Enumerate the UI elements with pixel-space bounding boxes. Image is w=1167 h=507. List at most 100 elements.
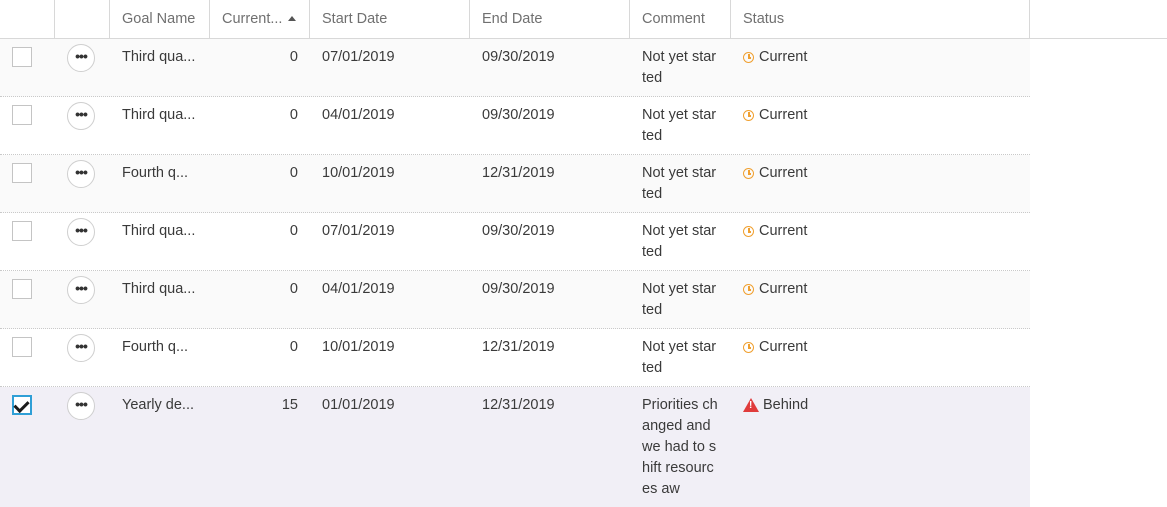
goal-name-cell: Third qua... xyxy=(122,97,195,126)
status-cell: Behind xyxy=(743,387,808,416)
comment-text: Not yet started xyxy=(642,281,717,318)
clock-icon xyxy=(743,225,754,237)
status-text: Behind xyxy=(763,397,809,413)
status-text: Current xyxy=(759,49,808,65)
table-row[interactable]: ••• Third qua... 0 04/01/2019 09/30/2019… xyxy=(0,271,1030,329)
end-date-cell: 12/31/2019 xyxy=(482,387,555,416)
goal-name-cell: Third qua... xyxy=(122,39,195,68)
goal-name-header-label: Goal Name xyxy=(122,11,196,27)
status-indicator: Behind xyxy=(743,395,808,416)
row-select-checkbox[interactable] xyxy=(12,105,32,125)
row-more-button[interactable]: ••• xyxy=(67,44,95,72)
status-text: Current xyxy=(759,165,808,181)
column-header-status[interactable]: Status xyxy=(731,0,1030,38)
row-select-checkbox[interactable] xyxy=(12,221,32,241)
goal-name-cell: Fourth q... xyxy=(122,155,188,184)
end-date-cell: 09/30/2019 xyxy=(482,39,555,68)
current-cell: 0 xyxy=(210,155,298,184)
row-more-button[interactable]: ••• xyxy=(67,334,95,362)
goal-name-cell: Third qua... xyxy=(122,271,195,300)
status-indicator: Current xyxy=(743,47,807,68)
clock-icon xyxy=(743,51,754,63)
status-cell: Current xyxy=(743,155,807,184)
sort-ascending-icon xyxy=(288,16,297,21)
row-select-checkbox[interactable] xyxy=(12,395,32,415)
current-value: 15 xyxy=(281,397,298,413)
status-indicator: Current xyxy=(743,337,807,358)
row-more-button[interactable]: ••• xyxy=(67,392,95,420)
current-value: 0 xyxy=(289,223,298,239)
status-cell: Current xyxy=(743,213,807,242)
column-header-goal-name[interactable]: Goal Name xyxy=(110,0,210,38)
table-row[interactable]: ••• Yearly de... 15 01/01/2019 12/31/201… xyxy=(0,387,1030,507)
status-text: Current xyxy=(759,223,808,239)
current-cell: 0 xyxy=(210,329,298,358)
start-date-cell: 07/01/2019 xyxy=(322,213,395,242)
status-cell: Current xyxy=(743,329,807,358)
select-column-header xyxy=(0,0,55,38)
table-row[interactable]: ••• Fourth q... 0 10/01/2019 12/31/2019 … xyxy=(0,155,1030,213)
comment-cell: Not yet started xyxy=(642,271,720,321)
comment-cell: Not yet started xyxy=(642,97,720,147)
current-cell: 0 xyxy=(210,39,298,68)
status-header-label: Status xyxy=(743,11,785,27)
column-header-end-date[interactable]: End Date xyxy=(470,0,630,38)
current-value: 0 xyxy=(289,281,298,297)
status-indicator: Current xyxy=(743,279,807,300)
current-value: 0 xyxy=(289,49,298,65)
start-date-cell: 07/01/2019 xyxy=(322,39,395,68)
table-row[interactable]: ••• Third qua... 0 04/01/2019 09/30/2019… xyxy=(0,97,1030,155)
row-more-button[interactable]: ••• xyxy=(67,276,95,304)
start-date-cell: 04/01/2019 xyxy=(322,97,395,126)
goal-name-cell: Yearly de... xyxy=(122,387,194,416)
table-row[interactable]: ••• Fourth q... 0 10/01/2019 12/31/2019 … xyxy=(0,329,1030,387)
clock-icon xyxy=(743,109,754,121)
current-cell: 0 xyxy=(210,271,298,300)
table-row[interactable]: ••• Third qua... 0 07/01/2019 09/30/2019… xyxy=(0,39,1030,97)
column-header-current[interactable]: Current... xyxy=(210,0,310,38)
start-date-text: 07/01/2019 xyxy=(322,223,395,239)
status-text: Current xyxy=(759,281,808,297)
current-cell: 15 xyxy=(210,387,298,416)
row-more-button[interactable]: ••• xyxy=(67,218,95,246)
current-value: 0 xyxy=(289,107,298,123)
checkmark-icon xyxy=(13,396,30,414)
row-select-checkbox[interactable] xyxy=(12,163,32,183)
column-header-comment[interactable]: Comment xyxy=(630,0,731,38)
end-date-text: 12/31/2019 xyxy=(482,397,555,413)
comment-text: Priorities changed and we had to shift r… xyxy=(642,397,718,497)
end-date-cell: 12/31/2019 xyxy=(482,329,555,358)
goal-name-text: Fourth q... xyxy=(122,165,189,181)
status-cell: Current xyxy=(743,97,807,126)
current-cell: 0 xyxy=(210,213,298,242)
end-date-text: 09/30/2019 xyxy=(482,49,555,65)
comment-text: Not yet started xyxy=(642,339,717,376)
more-icon: ••• xyxy=(75,48,88,64)
end-date-cell: 09/30/2019 xyxy=(482,213,555,242)
goals-grid: Goal Name Current... Start Date End Date… xyxy=(0,0,1167,507)
current-value: 0 xyxy=(289,339,298,355)
start-date-cell: 10/01/2019 xyxy=(322,329,395,358)
start-date-text: 10/01/2019 xyxy=(322,339,395,355)
comment-text: Not yet started xyxy=(642,223,717,260)
row-select-checkbox[interactable] xyxy=(12,337,32,357)
goal-name-cell: Third qua... xyxy=(122,213,195,242)
end-date-text: 09/30/2019 xyxy=(482,107,555,123)
status-indicator: Current xyxy=(743,221,807,242)
end-date-header-label: End Date xyxy=(482,11,543,27)
goal-name-text: Third qua... xyxy=(122,281,196,297)
current-header-label: Current... xyxy=(222,11,283,27)
row-more-button[interactable]: ••• xyxy=(67,102,95,130)
status-indicator: Current xyxy=(743,163,807,184)
row-more-button[interactable]: ••• xyxy=(67,160,95,188)
goal-name-text: Third qua... xyxy=(122,107,196,123)
row-select-checkbox[interactable] xyxy=(12,279,32,299)
status-text: Current xyxy=(759,107,808,123)
row-select-checkbox[interactable] xyxy=(12,47,32,67)
more-icon: ••• xyxy=(75,106,88,122)
comment-cell: Not yet started xyxy=(642,213,720,263)
current-cell: 0 xyxy=(210,97,298,126)
table-row[interactable]: ••• Third qua... 0 07/01/2019 09/30/2019… xyxy=(0,213,1030,271)
column-header-start-date[interactable]: Start Date xyxy=(310,0,470,38)
end-date-text: 12/31/2019 xyxy=(482,165,555,181)
